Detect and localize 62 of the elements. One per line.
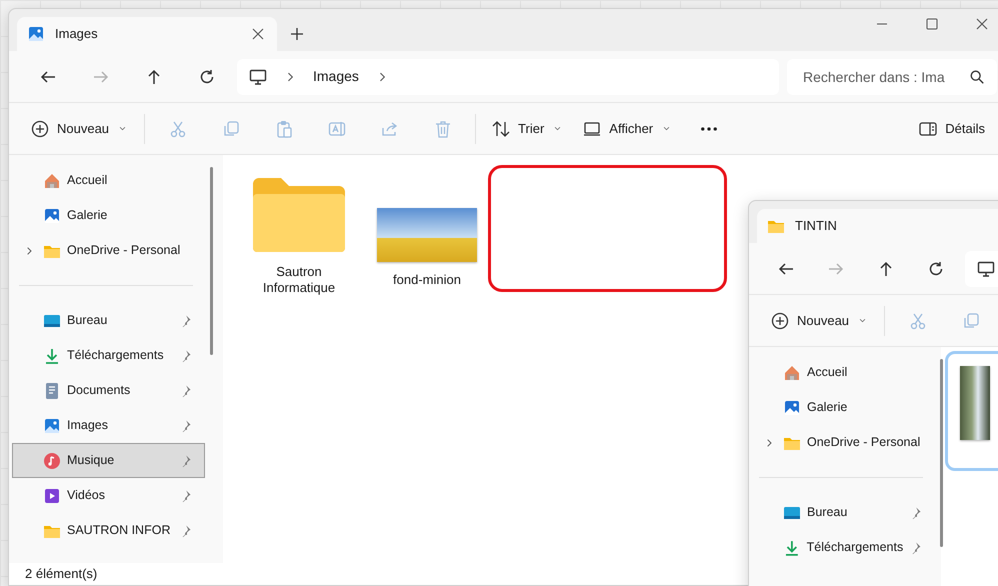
copy-icon xyxy=(962,312,980,330)
monitor-icon xyxy=(583,120,602,138)
refresh-icon[interactable] xyxy=(927,260,945,278)
breadcrumb-item[interactable]: Images xyxy=(313,66,359,87)
sidebar-item[interactable]: Vidéos xyxy=(12,478,205,513)
window-tab[interactable]: Images xyxy=(17,17,277,51)
scissors-icon xyxy=(908,312,927,330)
sidebar-item[interactable]: Galerie xyxy=(752,390,935,425)
folder-item[interactable]: Sautron Informatique xyxy=(247,173,351,300)
picture-icon xyxy=(43,416,61,434)
download-arrow-icon xyxy=(43,346,61,364)
search-field[interactable]: Rechercher dans : Ima xyxy=(787,58,997,94)
refresh-icon[interactable] xyxy=(198,68,216,86)
sidebar-item[interactable]: Accueil xyxy=(12,163,205,198)
clipboard-icon xyxy=(274,120,293,138)
plus-circle-icon xyxy=(31,120,49,138)
search-icon xyxy=(969,68,985,84)
trash-icon xyxy=(434,120,452,138)
rename-icon xyxy=(328,120,346,138)
sort-arrows-icon xyxy=(492,120,510,138)
sidebar-item[interactable]: Galerie xyxy=(12,198,205,233)
video-icon xyxy=(43,486,61,504)
details-button[interactable]: Détails xyxy=(909,112,995,144)
music-note-icon xyxy=(43,452,61,470)
sidebar-item[interactable]: Musique xyxy=(12,443,205,478)
sidebar-item[interactable]: Documents xyxy=(12,373,205,408)
picture-icon xyxy=(27,25,45,43)
sidebar-item[interactable]: Téléchargements xyxy=(752,530,935,565)
copy-icon xyxy=(222,120,240,138)
sidebar-item[interactable]: Images xyxy=(12,408,205,443)
sidebar-item[interactable]: Accueil xyxy=(752,355,935,390)
scissors-icon xyxy=(168,120,187,138)
picture-icon xyxy=(43,206,61,224)
sort-button[interactable]: Trier xyxy=(482,112,574,144)
sidebar-item[interactable]: Bureau xyxy=(12,303,205,338)
more-icon xyxy=(700,126,717,130)
picture-icon xyxy=(783,398,801,416)
details-pane-icon xyxy=(919,120,938,138)
scrollbar[interactable] xyxy=(940,359,943,547)
view-button[interactable]: Afficher xyxy=(573,112,682,144)
folder-icon xyxy=(251,176,347,254)
sidebar-item[interactable]: OneDrive - Personal xyxy=(12,233,205,268)
plus-circle-icon xyxy=(771,312,789,330)
plus-icon[interactable] xyxy=(288,25,306,43)
file-item[interactable] xyxy=(945,351,998,471)
new-button[interactable]: Nouveau xyxy=(21,112,138,144)
address-bar[interactable]: Images xyxy=(237,58,779,94)
computer-icon[interactable] xyxy=(249,68,267,86)
computer-icon[interactable] xyxy=(977,260,995,278)
share-icon xyxy=(380,120,399,138)
sidebar-item[interactable]: OneDrive - Personal xyxy=(752,425,935,460)
address-bar[interactable] xyxy=(965,250,998,286)
status-text: 2 élément(s) xyxy=(25,565,98,584)
house-icon xyxy=(43,172,61,190)
document-icon xyxy=(43,382,61,400)
scrollbar[interactable] xyxy=(210,167,213,355)
window-tab[interactable]: TINTIN xyxy=(757,209,998,243)
file-item[interactable]: fond-minion xyxy=(375,173,479,292)
sidebar-item[interactable]: Bureau xyxy=(752,495,935,530)
house-icon xyxy=(783,364,801,382)
sidebar-item[interactable]: SAUTRON INFOR xyxy=(12,513,205,548)
sidebar-item[interactable]: Téléchargements xyxy=(12,338,205,373)
